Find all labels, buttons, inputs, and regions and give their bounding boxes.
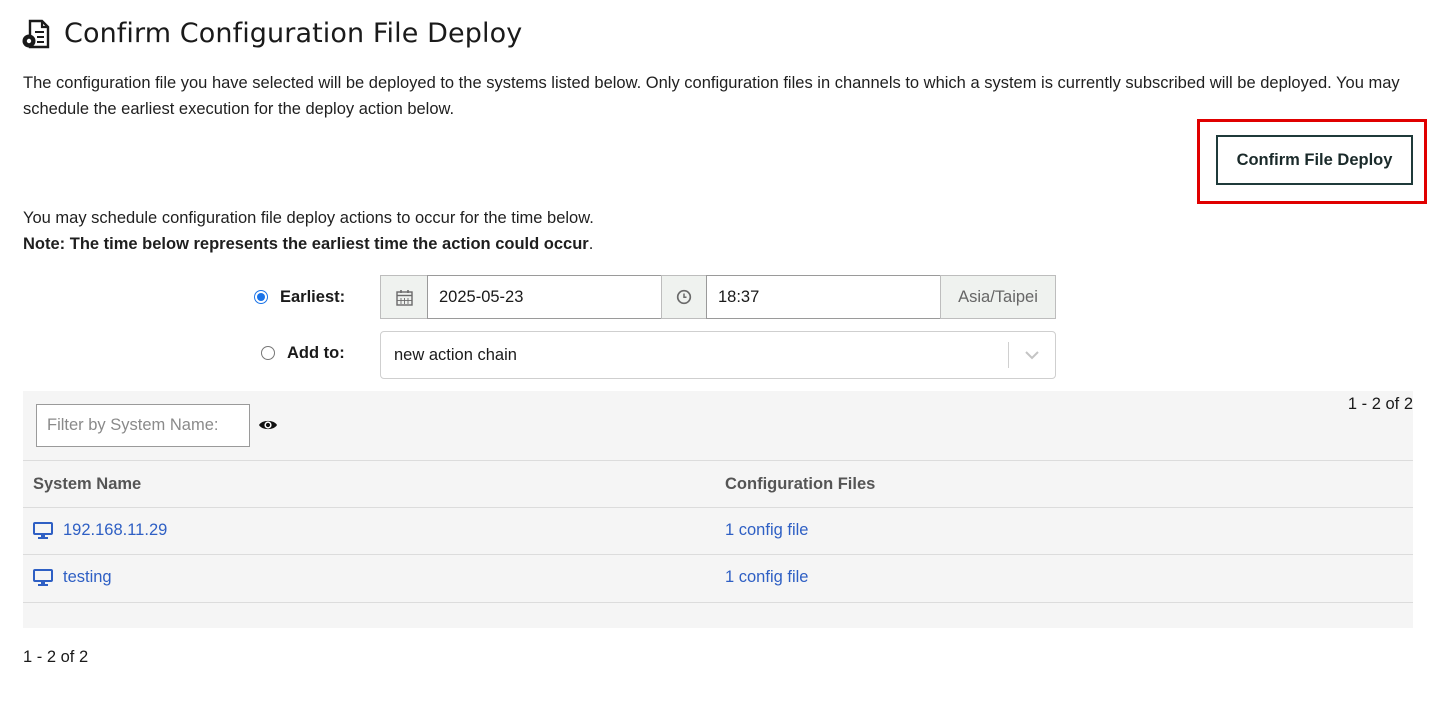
chevron-down-icon[interactable] — [1023, 346, 1041, 364]
time-input[interactable]: 18:37 — [706, 275, 941, 319]
schedule-note: Note: The time below represents the earl… — [23, 235, 589, 253]
calendar-icon — [395, 289, 413, 306]
action-chain-select[interactable]: new action chain — [380, 331, 1056, 379]
page-header: Confirm Configuration File Deploy — [22, 18, 522, 49]
add-to-radio[interactable] — [261, 346, 275, 360]
eye-icon[interactable] — [258, 417, 278, 433]
column-header-configuration-files[interactable]: Configuration Files — [725, 475, 875, 494]
intro-text: The configuration file you have selected… — [23, 74, 1400, 118]
schedule-description: You may schedule configuration file depl… — [23, 205, 594, 257]
earliest-label: Earliest: — [280, 288, 346, 306]
header-divider — [23, 507, 1413, 508]
table-row-system-link[interactable]: 192.168.11.29 — [33, 521, 167, 540]
time-picker-addon[interactable] — [661, 275, 707, 319]
clock-icon — [676, 289, 692, 305]
table-top-divider — [23, 460, 1413, 461]
date-picker-addon[interactable] — [380, 275, 428, 319]
system-name[interactable]: testing — [63, 568, 112, 587]
pagination-count-top: 1 - 2 of 2 — [1347, 395, 1413, 413]
table-row-system-link[interactable]: testing — [33, 568, 112, 587]
earliest-radio[interactable] — [254, 290, 268, 304]
page-title: Confirm Configuration File Deploy — [64, 18, 523, 49]
schedule-note-suffix: . — [588, 235, 594, 253]
select-separator — [1008, 342, 1009, 368]
column-header-system-name[interactable]: System Name — [33, 475, 141, 494]
monitor-icon — [33, 522, 53, 539]
row-divider — [23, 554, 1413, 555]
config-files-link[interactable]: 1 config file — [725, 568, 808, 587]
config-file-gear-icon — [22, 19, 50, 48]
row-divider — [23, 602, 1413, 603]
monitor-icon — [33, 569, 53, 586]
confirm-file-deploy-button[interactable]: Confirm File Deploy — [1216, 135, 1413, 185]
timezone-label: Asia/Taipei — [940, 275, 1056, 319]
schedule-note-line: Note: The time below represents the earl… — [23, 231, 594, 257]
date-input[interactable]: 2025-05-23 — [427, 275, 662, 319]
action-chain-value: new action chain — [394, 345, 517, 364]
config-files-link[interactable]: 1 config file — [725, 521, 808, 540]
pagination-count-bottom: 1 - 2 of 2 — [23, 648, 89, 666]
filter-system-name-input[interactable] — [36, 404, 250, 447]
schedule-text: You may schedule configuration file depl… — [23, 209, 594, 227]
system-name[interactable]: 192.168.11.29 — [63, 521, 167, 540]
add-to-label: Add to: — [287, 344, 345, 362]
